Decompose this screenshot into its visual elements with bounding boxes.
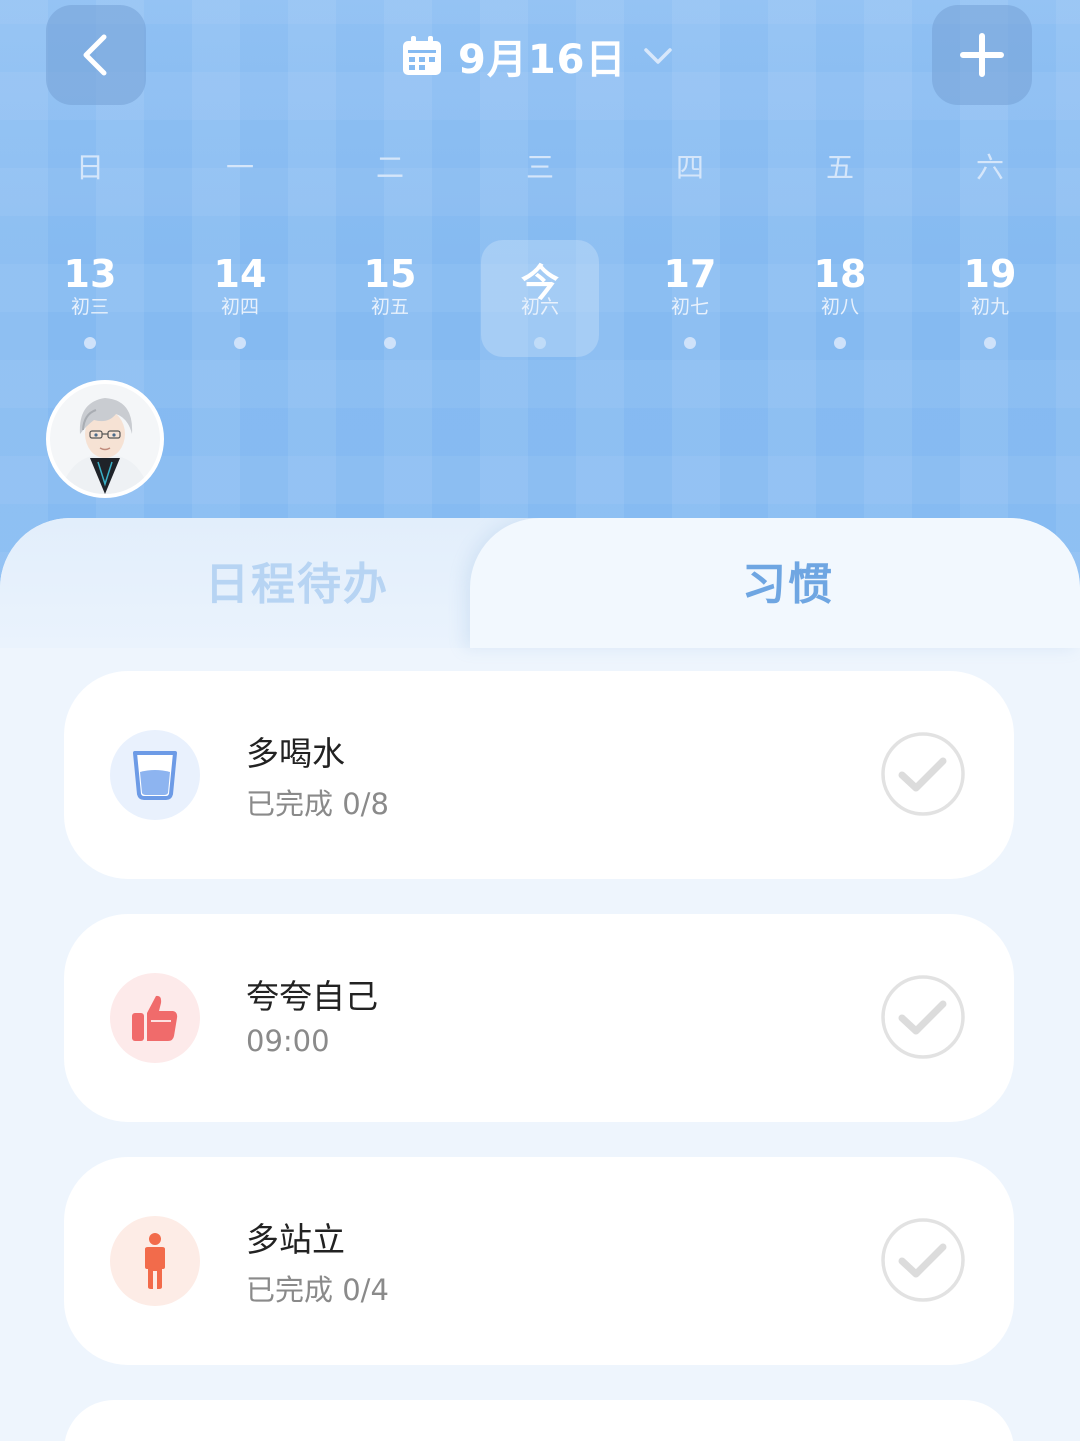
- back-button[interactable]: [46, 5, 146, 105]
- check-circle-icon[interactable]: [880, 731, 966, 817]
- lunar-date: 初五: [370, 296, 409, 318]
- day-dot: [234, 337, 246, 349]
- day-number: 17: [663, 252, 717, 296]
- habit-card[interactable]: 多站立 已完成 0/4: [64, 1157, 1014, 1365]
- calendar-icon: [403, 36, 441, 75]
- day-number: 19: [963, 252, 1017, 296]
- water-cup-icon: [133, 751, 177, 800]
- chevron-left-icon: [83, 34, 107, 76]
- week-strip: 13 初三 14 初四 15 初五 今 初六 17 初七 18 初八 19 初九: [15, 240, 1065, 360]
- day-cell[interactable]: 14 初四: [165, 240, 315, 360]
- day-number: 14: [213, 252, 267, 296]
- weekday-label: 一: [225, 151, 254, 184]
- habit-card-partial[interactable]: [64, 1400, 1014, 1441]
- habit-title: 多喝水: [246, 734, 345, 773]
- day-cell-today[interactable]: 今 初六: [465, 240, 615, 360]
- day-cell[interactable]: 13 初三: [15, 240, 165, 360]
- day-cell[interactable]: 18 初八: [765, 240, 915, 360]
- lunar-date: 初三: [70, 296, 109, 318]
- lunar-date: 初六: [520, 296, 559, 318]
- day-number: 18: [813, 252, 867, 296]
- weekday-label: 六: [975, 151, 1004, 184]
- lunar-date: 初九: [970, 296, 1009, 318]
- habit-card[interactable]: 夸夸自己 09:00: [64, 914, 1014, 1122]
- weekday-label: 日: [75, 151, 104, 184]
- check-circle-icon[interactable]: [880, 1217, 966, 1303]
- lunar-date: 初四: [220, 296, 259, 318]
- weekday-label: 五: [825, 151, 854, 184]
- day-dot: [984, 337, 996, 349]
- date-selector[interactable]: 9月16日: [400, 28, 675, 84]
- lunar-date: 初八: [820, 296, 859, 318]
- avatar[interactable]: [46, 380, 164, 498]
- standing-person-icon: [145, 1233, 165, 1289]
- day-dot: [384, 337, 396, 349]
- check-circle-icon[interactable]: [880, 974, 966, 1060]
- day-cell[interactable]: 17 初七: [615, 240, 765, 360]
- day-dot: [534, 337, 546, 349]
- tab-schedule[interactable]: 日程待办: [205, 548, 389, 612]
- day-dot: [84, 337, 96, 349]
- day-dot: [684, 337, 696, 349]
- habit-time: 09:00: [246, 1024, 330, 1058]
- date-label: 9月16日: [458, 37, 627, 83]
- water-icon-badge: [110, 730, 200, 820]
- add-button[interactable]: [932, 5, 1032, 105]
- weekday-label: 三: [525, 151, 554, 184]
- character-portrait: [50, 384, 160, 494]
- thumbs-up-icon: [132, 995, 178, 1041]
- lunar-date: 初七: [670, 296, 709, 318]
- day-dot: [834, 337, 846, 349]
- weekday-label: 二: [375, 151, 404, 184]
- day-number: 15: [363, 252, 417, 296]
- plus-icon: [960, 33, 1004, 77]
- chevron-down-icon: [643, 48, 672, 64]
- day-number: 13: [63, 252, 117, 296]
- day-cell[interactable]: 15 初五: [315, 240, 465, 360]
- weekday-label: 四: [675, 151, 704, 184]
- tab-habits[interactable]: 习惯: [742, 548, 834, 612]
- habit-progress: 已完成 0/4: [246, 1273, 389, 1307]
- habit-title: 夸夸自己: [246, 977, 378, 1016]
- day-cell[interactable]: 19 初九: [915, 240, 1065, 360]
- person-icon-badge: [110, 1216, 200, 1306]
- thumbs-icon-badge: [110, 973, 200, 1063]
- habit-title: 多站立: [246, 1220, 345, 1259]
- habit-card[interactable]: 多喝水 已完成 0/8: [64, 671, 1014, 879]
- habit-progress: 已完成 0/8: [246, 787, 389, 821]
- weekday-row: 日 一 二 三 四 五 六: [15, 146, 1065, 186]
